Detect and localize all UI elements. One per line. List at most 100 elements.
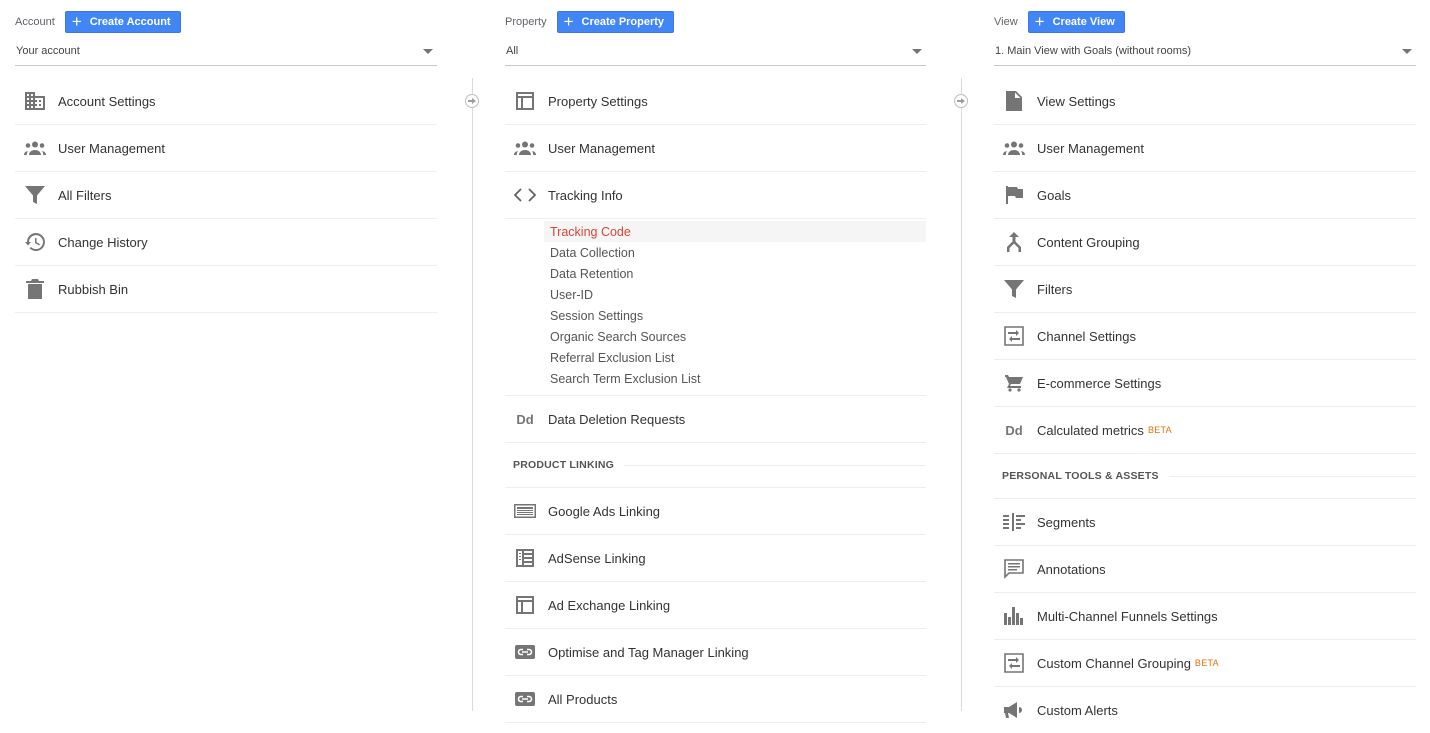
menu-item-label: Tracking Info — [548, 188, 623, 203]
menu-item-label: Change History — [58, 235, 148, 250]
menu-item-view-settings[interactable]: View Settings — [994, 78, 1416, 125]
menu-item-label: Account Settings — [58, 94, 156, 109]
create-account-button[interactable]: + Create Account — [65, 11, 181, 33]
channel-icon — [1003, 652, 1025, 674]
menu-item-custom-channel-grouping[interactable]: Custom Channel Grouping BETA — [994, 640, 1416, 687]
menu-item-multi-channel-funnels[interactable]: Multi-Channel Funnels Settings — [994, 593, 1416, 640]
submenu-item-user-id[interactable]: User-ID — [544, 284, 926, 305]
create-property-label: Create Property — [582, 16, 665, 28]
menu-item-ad-exchange-linking[interactable]: Ad Exchange Linking — [505, 582, 926, 629]
segments-icon — [1003, 511, 1025, 533]
merge-icon — [1003, 231, 1025, 253]
menu-item-filters[interactable]: Filters — [994, 266, 1416, 313]
layout-icon — [514, 594, 536, 616]
plus-icon: + — [1035, 13, 1045, 30]
menu-item-all-filters[interactable]: All Filters — [15, 172, 437, 219]
chevron-down-icon — [423, 49, 433, 54]
menu-item-label: User Management — [58, 141, 165, 156]
column-divider — [961, 78, 962, 711]
chevron-down-icon — [1402, 49, 1412, 54]
submenu-item-tracking-code[interactable]: Tracking Code — [544, 221, 926, 242]
menu-item-account-settings[interactable]: Account Settings — [15, 78, 437, 125]
submenu-item-referral-exclusion-list[interactable]: Referral Exclusion List — [544, 347, 926, 368]
menu-item-label: Segments — [1037, 515, 1096, 530]
dd-icon: Dd — [514, 408, 536, 430]
menu-item-optimise-tag-manager-linking[interactable]: Optimise and Tag Manager Linking — [505, 629, 926, 676]
menu-item-label: View Settings — [1037, 94, 1116, 109]
section-heading-label: PERSONAL TOOLS & ASSETS — [1002, 470, 1159, 482]
cart-icon — [1003, 372, 1025, 394]
menu-item-user-management[interactable]: User Management — [994, 125, 1416, 172]
view-column: View + Create View 1. Main View with Goa… — [994, 0, 1416, 711]
property-selector[interactable]: All — [505, 40, 926, 66]
menu-item-label: Content Grouping — [1037, 235, 1140, 250]
property-menu: Property Settings User Management Tracki… — [505, 78, 926, 723]
document-icon — [1003, 90, 1025, 112]
history-icon — [24, 231, 46, 253]
account-menu: Account Settings User Management All Fil… — [15, 78, 437, 313]
menu-item-label: User Management — [548, 141, 655, 156]
menu-item-label: Ad Exchange Linking — [548, 598, 670, 613]
menu-item-label: Optimise and Tag Manager Linking — [548, 645, 749, 660]
menu-item-annotations[interactable]: Annotations — [994, 546, 1416, 593]
adsense-icon — [514, 547, 536, 569]
plus-icon: + — [72, 13, 82, 30]
menu-item-label: User Management — [1037, 141, 1144, 156]
submenu-item-organic-search-sources[interactable]: Organic Search Sources — [544, 326, 926, 347]
people-icon — [514, 137, 536, 159]
menu-item-user-management[interactable]: User Management — [505, 125, 926, 172]
submenu-item-data-collection[interactable]: Data Collection — [544, 242, 926, 263]
menu-item-custom-alerts[interactable]: Custom Alerts — [994, 687, 1416, 733]
property-header: Property + Create Property — [505, 11, 674, 33]
menu-item-goals[interactable]: Goals — [994, 172, 1416, 219]
menu-item-rubbish-bin[interactable]: Rubbish Bin — [15, 266, 437, 313]
arrow-right-icon — [465, 94, 479, 108]
view-menu: View Settings User Management Goals Cont… — [994, 78, 1416, 733]
link-icon — [514, 688, 536, 710]
trash-icon — [24, 278, 46, 300]
filter-icon — [1003, 278, 1025, 300]
menu-item-segments[interactable]: Segments — [994, 499, 1416, 546]
view-selector[interactable]: 1. Main View with Goals (without rooms) — [994, 40, 1416, 66]
people-icon — [1003, 137, 1025, 159]
column-divider — [472, 78, 473, 711]
section-heading-personal-tools: PERSONAL TOOLS & ASSETS — [994, 454, 1416, 499]
megaphone-icon — [1003, 699, 1025, 721]
account-selector[interactable]: Your account — [15, 40, 437, 66]
menu-item-label: All Products — [548, 692, 617, 707]
menu-item-label: AdSense Linking — [548, 551, 646, 566]
menu-item-all-products[interactable]: All Products — [505, 676, 926, 723]
menu-item-calculated-metrics[interactable]: Dd Calculated metrics BETA — [994, 407, 1416, 454]
view-header-label: View — [994, 16, 1018, 28]
chevron-down-icon — [912, 49, 922, 54]
menu-item-adsense-linking[interactable]: AdSense Linking — [505, 535, 926, 582]
menu-item-label: All Filters — [58, 188, 111, 203]
menu-item-ecommerce-settings[interactable]: E-commerce Settings — [994, 360, 1416, 407]
menu-item-data-deletion-requests[interactable]: Dd Data Deletion Requests — [505, 396, 926, 443]
account-column: Account + Create Account Your account Ac… — [15, 0, 437, 711]
menu-item-label: Property Settings — [548, 94, 648, 109]
menu-item-label: Custom Alerts — [1037, 703, 1118, 718]
people-icon — [24, 137, 46, 159]
menu-item-property-settings[interactable]: Property Settings — [505, 78, 926, 125]
section-heading-label: PRODUCT LINKING — [513, 459, 614, 471]
section-heading-product-linking: PRODUCT LINKING — [505, 443, 926, 488]
ads-icon — [514, 500, 536, 522]
submenu-item-search-term-exclusion-list[interactable]: Search Term Exclusion List — [544, 368, 926, 389]
create-property-button[interactable]: + Create Property — [557, 11, 674, 33]
menu-item-user-management[interactable]: User Management — [15, 125, 437, 172]
menu-item-tracking-info[interactable]: Tracking Info — [505, 172, 926, 219]
view-header: View + Create View — [994, 11, 1125, 33]
submenu-item-session-settings[interactable]: Session Settings — [544, 305, 926, 326]
create-view-button[interactable]: + Create View — [1028, 11, 1125, 33]
menu-item-change-history[interactable]: Change History — [15, 219, 437, 266]
property-header-label: Property — [505, 16, 547, 28]
building-icon — [24, 90, 46, 112]
menu-item-label: Annotations — [1037, 562, 1106, 577]
filter-icon — [24, 184, 46, 206]
menu-item-google-ads-linking[interactable]: Google Ads Linking — [505, 488, 926, 535]
menu-item-label: Multi-Channel Funnels Settings — [1037, 609, 1218, 624]
menu-item-content-grouping[interactable]: Content Grouping — [994, 219, 1416, 266]
menu-item-channel-settings[interactable]: Channel Settings — [994, 313, 1416, 360]
submenu-item-data-retention[interactable]: Data Retention — [544, 263, 926, 284]
